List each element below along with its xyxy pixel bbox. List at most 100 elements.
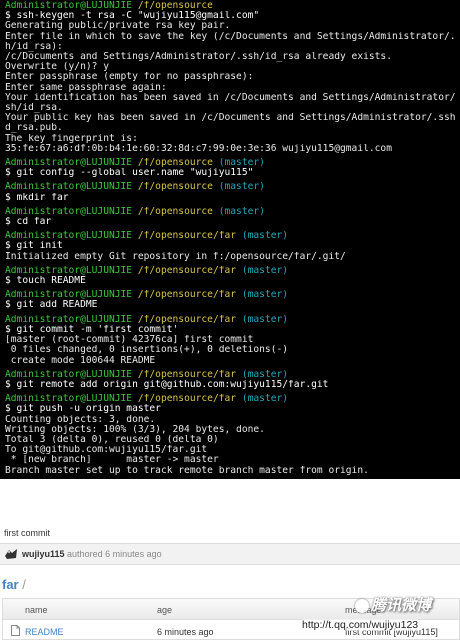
output-line: Enter same passphrase again:	[5, 82, 167, 93]
column-name-header[interactable]: name	[25, 605, 48, 615]
output-line: Initialized empty Git repository in f:/o…	[5, 251, 346, 262]
prompt-branch: (master)	[218, 182, 265, 193]
prompt-user: Administrator@LUJUNJIE	[5, 206, 133, 217]
command-line: $ git config --global user.name "wujiyu1…	[5, 168, 254, 179]
prompt-branch: (master)	[241, 265, 289, 276]
output-line: To git@github.com:wujiyu115/far.git	[5, 445, 208, 456]
output-line: /c/Documents and Settings/Administrator/…	[5, 52, 392, 63]
terminal-panel: Administrator@LUJUNJIE /f/opensource/far…	[0, 230, 460, 263]
shell-prompt: Administrator@LUJUNJIE /f/opensource/far…	[5, 231, 455, 241]
terminal-window: Administrator@LUJUNJIE /f/opensource $ ss…	[0, 0, 460, 479]
terminal-panel: Administrator@LUJUNJIE /f/opensource/far…	[0, 289, 460, 311]
output-line: h/id_rsa):	[5, 41, 63, 52]
command-line: $ touch README	[5, 276, 86, 287]
output-line: sh/id_rsa.	[5, 103, 63, 114]
prompt-user: Administrator@LUJUNJIE	[5, 290, 133, 301]
prompt-path: /f/opensource/far	[137, 290, 237, 301]
shell-prompt: Administrator@LUJUNJIE /f/opensource (ma…	[5, 158, 455, 168]
prompt-path: /f/opensource	[137, 182, 213, 193]
shell-prompt: Administrator@LUJUNJIE /f/opensource/far…	[5, 290, 455, 300]
commit-message: first commit	[4, 528, 50, 538]
terminal-panel: Administrator@LUJUNJIE /f/opensource (ma…	[0, 181, 460, 203]
shell-prompt: Administrator@LUJUNJIE /f/opensource (ma…	[5, 207, 455, 217]
file-age: 6 minutes ago	[157, 627, 214, 637]
output-line: Writing objects: 100% (3/3), 204 bytes, …	[5, 424, 265, 435]
prompt-user: Administrator@LUJUNJIE	[5, 314, 133, 325]
prompt-branch: (master)	[241, 314, 289, 325]
prompt-path: /f/opensource/far	[137, 265, 237, 276]
command-line: $ git commit -m 'first commit'	[5, 324, 179, 335]
watermark-badge-icon	[355, 599, 369, 614]
command-line: $ mkdir far	[5, 192, 69, 203]
output-line: d_rsa.pub.	[5, 123, 63, 134]
watermark-url: http://t.qq.com/wujiyu123	[302, 619, 419, 631]
output-line: Counting objects: 3, done.	[5, 414, 156, 425]
repo-breadcrumb: far /	[2, 577, 26, 592]
command-line: $ ssh-keygen -t rsa -C "wujiyu115@gmail.…	[5, 11, 260, 22]
repo-name-link[interactable]: far	[2, 577, 19, 592]
terminal-panel: Administrator@LUJUNJIE /f/opensource (ma…	[0, 206, 460, 228]
file-link-readme[interactable]: README	[25, 627, 64, 637]
commit-meta-bar: wujiyu115 authored 6 minutes ago	[0, 543, 460, 565]
command-line: $ git remote add origin git@github.com:w…	[5, 379, 329, 390]
output-line: * [new branch] master -> master	[5, 455, 219, 466]
prompt-branch: (master)	[218, 158, 265, 169]
output-line: Enter file in which to save the key (/c/…	[5, 31, 455, 42]
shell-prompt: Administrator@LUJUNJIE /f/opensource (ma…	[5, 182, 455, 192]
output-line: Branch master set up to track remote bra…	[5, 465, 369, 476]
authored-time: authored 6 minutes ago	[67, 549, 162, 559]
prompt-user: Administrator@LUJUNJIE	[5, 369, 133, 380]
prompt-branch: (master)	[218, 206, 265, 217]
watermark-logo-text: 腾讯微博	[371, 597, 432, 614]
prompt-branch: (master)	[241, 290, 289, 301]
command-line: $ git push -u origin master	[5, 404, 161, 415]
prompt-path: /f/opensource	[137, 206, 213, 217]
output-line: Overwrite (y/n)? y	[5, 62, 109, 73]
shell-prompt: Administrator@LUJUNJIE /f/opensource/far…	[5, 370, 455, 380]
terminal-panel: Administrator@LUJUNJIE /f/opensource/far…	[0, 369, 460, 391]
shell-prompt: Administrator@LUJUNJIE /f/opensource	[5, 1, 455, 11]
prompt-branch: (master)	[241, 231, 289, 242]
file-icon	[11, 625, 20, 636]
prompt-path: /f/opensource/far	[137, 394, 237, 405]
output-line: 0 files changed, 0 insertions(+), 0 dele…	[5, 345, 289, 356]
prompt-user: Administrator@LUJUNJIE	[5, 231, 133, 242]
output-line: The key fingerprint is:	[5, 133, 138, 144]
prompt-user: Administrator@LUJUNJIE	[5, 1, 133, 11]
shell-prompt: Administrator@LUJUNJIE /f/opensource/far…	[5, 266, 455, 276]
terminal-panel: Administrator@LUJUNJIE /f/opensource (ma…	[0, 157, 460, 179]
command-line: $ cd far	[5, 217, 52, 228]
output-line: Your public key has been saved in /c/Doc…	[5, 113, 455, 124]
command-line: $ git init	[5, 241, 63, 252]
column-age-header[interactable]: age	[157, 605, 172, 615]
prompt-user: Administrator@LUJUNJIE	[5, 182, 133, 193]
terminal-panel: Administrator@LUJUNJIE /f/opensource/far…	[0, 314, 460, 367]
prompt-user: Administrator@LUJUNJIE	[5, 265, 133, 276]
output-line: Your identification has been saved in /c…	[5, 92, 455, 103]
prompt-path: /f/opensource/far	[137, 314, 237, 325]
terminal-panel: Administrator@LUJUNJIE /f/opensource/far…	[0, 265, 460, 287]
output-line: Generating public/private rsa key pair.	[5, 21, 231, 32]
output-line: [master (root-commit) 42376ca] first com…	[5, 335, 254, 346]
avatar	[5, 549, 17, 559]
prompt-path: /f/opensource/far	[137, 369, 237, 380]
output-line: 35:fe:67:a6:df:0b:b4:1e:60:32:8d:c7:99:0…	[5, 143, 392, 154]
terminal-panel: Administrator@LUJUNJIE /f/opensource/far…	[0, 393, 460, 477]
prompt-user: Administrator@LUJUNJIE	[5, 158, 133, 169]
prompt-path: /f/opensource	[137, 1, 213, 11]
watermark-logo: 腾讯微博	[355, 594, 431, 615]
prompt-branch: (master)	[241, 369, 289, 380]
shell-prompt: Administrator@LUJUNJIE /f/opensource/far…	[5, 394, 455, 404]
output-line: Enter passphrase (empty for no passphras…	[5, 72, 254, 83]
prompt-path: /f/opensource	[137, 158, 213, 169]
output-line: create mode 100644 README	[5, 355, 156, 366]
command-line: $ git add README	[5, 300, 98, 311]
output-line: Total 3 (delta 0), reused 0 (delta 0)	[5, 434, 219, 445]
terminal-panel: Administrator@LUJUNJIE /f/opensource $ ss…	[0, 0, 460, 155]
prompt-user: Administrator@LUJUNJIE	[5, 394, 133, 405]
prompt-path: /f/opensource/far	[137, 231, 237, 242]
commit-author-line: wujiyu115 authored 6 minutes ago	[22, 549, 162, 559]
author-name[interactable]: wujiyu115	[22, 549, 65, 559]
shell-prompt: Administrator@LUJUNJIE /f/opensource/far…	[5, 315, 455, 325]
prompt-branch: (master)	[241, 394, 289, 405]
